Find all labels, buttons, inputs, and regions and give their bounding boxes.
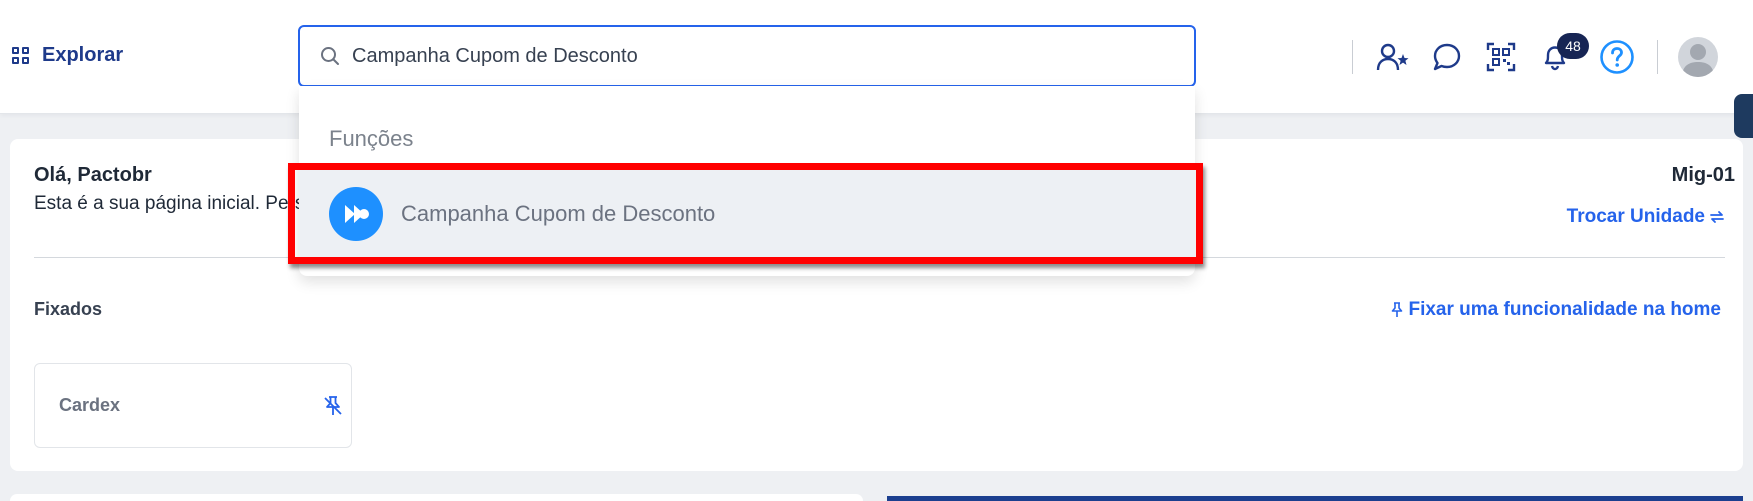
qr-code-icon[interactable] [1481,37,1521,77]
explore-label: Explorar [42,44,124,66]
switch-unit-link[interactable]: Trocar Unidade [1567,206,1725,228]
pinned-item-name: Cardex [59,395,121,415]
search-icon [321,47,339,65]
user-star-icon[interactable] [1373,37,1413,77]
chat-icon[interactable] [1427,37,1467,77]
pinned-item-card[interactable]: Cardex [34,363,352,448]
pin-feature-label: Fixar uma funcionalidade na home [1408,299,1721,320]
grid-icon [12,46,30,65]
pin-feature-link[interactable]: Fixar uma funcionalidade na home [1390,299,1721,321]
search-dropdown: Funções Campanha Cupom de Desconto [299,86,1195,276]
avatar[interactable] [1678,37,1718,77]
switch-unit-label: Trocar Unidade [1566,206,1705,227]
search-box[interactable] [298,25,1196,87]
fast-forward-icon [329,187,383,241]
unit-name: Mig-01 [1671,164,1735,186]
greeting-title: Olá, Pactobr [34,164,152,186]
search-result-item[interactable]: Campanha Cupom de Desconto [299,170,1195,258]
help-icon[interactable] [1597,37,1637,77]
unpin-icon[interactable] [321,394,345,418]
header-divider [1352,40,1353,74]
search-result-label: Campanha Cupom de Desconto [401,201,716,226]
bell-icon[interactable]: 48 [1535,33,1589,77]
pin-icon [1392,302,1403,317]
notification-badge: 48 [1557,33,1589,59]
dropdown-section-title: Funções [329,126,414,151]
banner-image [887,496,1743,501]
bottom-card [10,494,863,501]
header-actions: 48 [1352,33,1718,80]
header-divider [1657,40,1658,74]
side-panel-tab[interactable] [1734,94,1753,138]
explore-button[interactable]: Explorar [12,44,123,67]
search-input[interactable] [352,44,1152,68]
swap-icon [1710,211,1724,223]
pinned-title: Fixados [34,299,103,319]
